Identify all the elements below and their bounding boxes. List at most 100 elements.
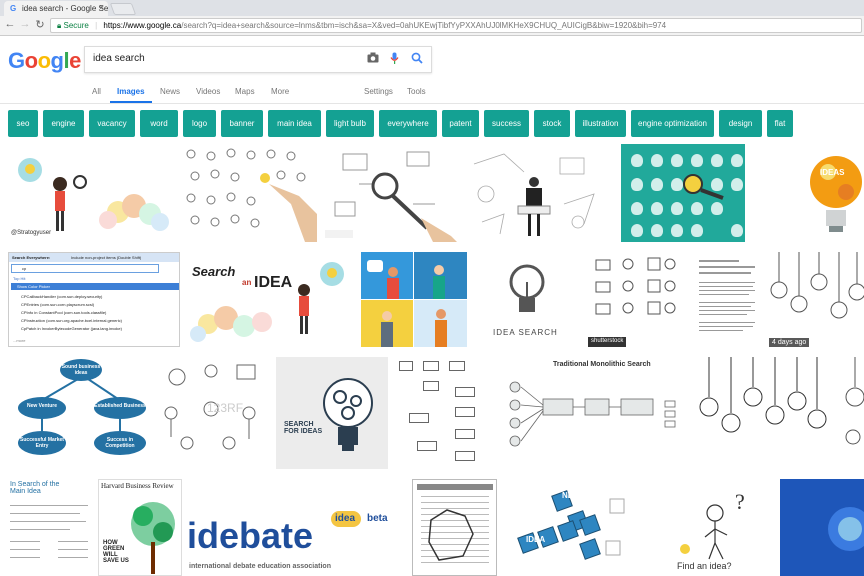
lock-icon: 🔒︎ <box>57 21 62 30</box>
how-green-headline: HOW GREEN WILL SAVE US <box>103 540 129 564</box>
result-thumbnail[interactable]: 123RF <box>157 357 270 457</box>
result-thumbnail[interactable]: Traditional Monolithic Search <box>503 357 688 457</box>
flow-node: Success in Competition <box>94 431 146 455</box>
result-thumbnail[interactable]: NEW IDEA <box>510 479 660 576</box>
chip-banner[interactable]: banner <box>221 110 263 137</box>
chip-logo[interactable]: logo <box>183 110 216 137</box>
result-thumbnail[interactable]: Search Everywhere: Include non-project i… <box>8 252 180 347</box>
magnifier-sketch-image <box>325 151 457 242</box>
result-thumbnail[interactable]: Harvard Business Review HOW GREEN WILL S… <box>98 479 182 576</box>
result-thumbnail[interactable] <box>691 252 763 347</box>
chip-seo[interactable]: seo <box>8 110 38 137</box>
result-thumbnail[interactable]: IDEAS <box>796 144 864 242</box>
hanging-bulbs-image <box>770 252 864 319</box>
tab-settings[interactable]: Settings <box>364 87 393 96</box>
chip-light-bulb[interactable]: light bulb <box>326 110 374 137</box>
result-thumbnail[interactable]: ? Find an idea? <box>669 479 770 576</box>
browser-tab[interactable]: G idea search - Google Sea × <box>4 1 108 16</box>
flow-node: Established Business <box>94 397 146 419</box>
more-label: ...more <box>13 338 26 343</box>
chip-everywhere[interactable]: everywhere <box>379 110 437 137</box>
result-thumbnail[interactable] <box>464 144 605 242</box>
chip-engine-optimization[interactable]: engine optimization <box>631 110 714 137</box>
result-thumbnail[interactable]: IDEA SEARCH <box>473 252 580 347</box>
tab-maps[interactable]: Maps <box>235 87 255 96</box>
chip-main-idea[interactable]: main idea <box>268 110 321 137</box>
chip-illustration[interactable]: illustration <box>575 110 626 137</box>
search-everywhere-title: Search Everywhere: <box>12 255 51 260</box>
result-thumbnail[interactable]: Search an IDEA <box>186 252 354 347</box>
result-thumbnail[interactable] <box>393 357 493 469</box>
beta-label: beta <box>367 513 388 524</box>
shutterstock-label: shutterstock <box>591 338 624 344</box>
tab-videos[interactable]: Videos <box>196 87 220 96</box>
result-item: CpPatch in InvokerBytecodeGenerator (jav… <box>21 326 122 331</box>
result-thumbnail[interactable] <box>361 252 467 347</box>
back-arrow-icon[interactable]: ← <box>4 18 16 30</box>
result-thumbnail[interactable]: In Search of the Main Idea <box>8 479 95 576</box>
chip-flat[interactable]: flat <box>767 110 793 137</box>
result-thumbnail[interactable] <box>412 479 497 576</box>
close-tab-icon[interactable]: × <box>99 3 104 12</box>
reload-icon[interactable]: ↻ <box>34 18 46 31</box>
result-item: CPInfo in ConstantPool (com.sun.tools.cl… <box>21 310 107 315</box>
google-logo[interactable]: Google <box>8 48 81 74</box>
word-search-puzzle-image <box>417 484 493 563</box>
result-thumbnail[interactable]: @Stratogyuser <box>8 144 176 242</box>
bulbs-woman-image <box>18 158 169 231</box>
bulb-grid-hand-image <box>186 148 317 242</box>
search-box[interactable]: idea search <box>84 46 432 73</box>
result-thumbnail[interactable] <box>323 144 457 242</box>
idea-label: idea <box>335 513 356 524</box>
chip-vacancy[interactable]: vacancy <box>89 110 135 137</box>
url-bar[interactable]: 🔒︎ Secure | https://www.google.ca/search… <box>50 18 862 33</box>
browser-tab-bar: G idea search - Google Sea × <box>0 0 864 16</box>
tab-all[interactable]: All <box>92 87 101 96</box>
result-thumbnail[interactable] <box>837 357 864 457</box>
chip-patent[interactable]: patent <box>442 110 479 137</box>
result-thumbnail[interactable]: SEARCH FOR IDEAS <box>276 357 388 469</box>
tab-tools[interactable]: Tools <box>407 87 426 96</box>
related-search-chips: seo engine vacancy word logo banner main… <box>8 110 864 137</box>
search-icon[interactable] <box>411 52 423 67</box>
tab-images[interactable]: Images <box>117 87 145 96</box>
idea-cube-word: IDEA <box>526 535 546 544</box>
new-word: NEW <box>562 491 581 500</box>
days-ago-badge: 4 days ago <box>769 338 810 347</box>
chip-stock[interactable]: stock <box>534 110 570 137</box>
blue-bulb-image <box>828 507 864 551</box>
result-thumbnail[interactable] <box>621 144 745 242</box>
result-caption: @Stratogyuser <box>11 230 52 236</box>
show-color-picker-label: Show Color Picker <box>17 284 50 289</box>
tab-more[interactable]: More <box>271 87 289 96</box>
result-thumbnail[interactable] <box>697 357 827 457</box>
tab-news[interactable]: News <box>160 87 180 96</box>
result-thumbnail[interactable] <box>181 144 317 242</box>
chip-engine[interactable]: engine <box>43 110 84 137</box>
result-thumbnail[interactable] <box>780 479 864 576</box>
forward-arrow-icon[interactable]: → <box>19 18 31 30</box>
result-item: CPCallbackHandler (com.sun.deploy.securi… <box>21 294 103 299</box>
result-thumbnail[interactable]: Sound business ideas New Venture Establi… <box>8 357 155 457</box>
camera-icon[interactable] <box>367 52 379 66</box>
chip-success[interactable]: success <box>484 110 529 137</box>
new-tab-button[interactable] <box>109 3 137 15</box>
search-nav-tabs: All Images News Videos Maps More Setting… <box>0 84 864 104</box>
active-tab-indicator <box>110 101 152 103</box>
search-header: Google idea search All Images News Video… <box>0 36 864 104</box>
gear-bulb-image <box>323 378 373 451</box>
ideas-word: IDEAS <box>820 168 845 177</box>
result-thumbnail[interactable]: 4 days ago <box>769 252 864 347</box>
ideas-word-bulb-image <box>810 156 862 232</box>
result-thumbnail[interactable]: shutterstock <box>588 252 684 347</box>
chip-design[interactable]: design <box>719 110 762 137</box>
search-word: Search <box>192 264 236 279</box>
result-thumbnail[interactable]: idebate idea beta international debate e… <box>185 479 407 576</box>
partial-bulb-image <box>845 357 864 445</box>
magnifier-icon <box>683 174 724 200</box>
search-everywhere-input <box>11 264 159 273</box>
mic-icon[interactable] <box>390 52 399 68</box>
search-input[interactable]: idea search <box>93 53 145 64</box>
chip-word[interactable]: word <box>140 110 178 137</box>
search-everywhere-query: cp <box>22 266 27 271</box>
